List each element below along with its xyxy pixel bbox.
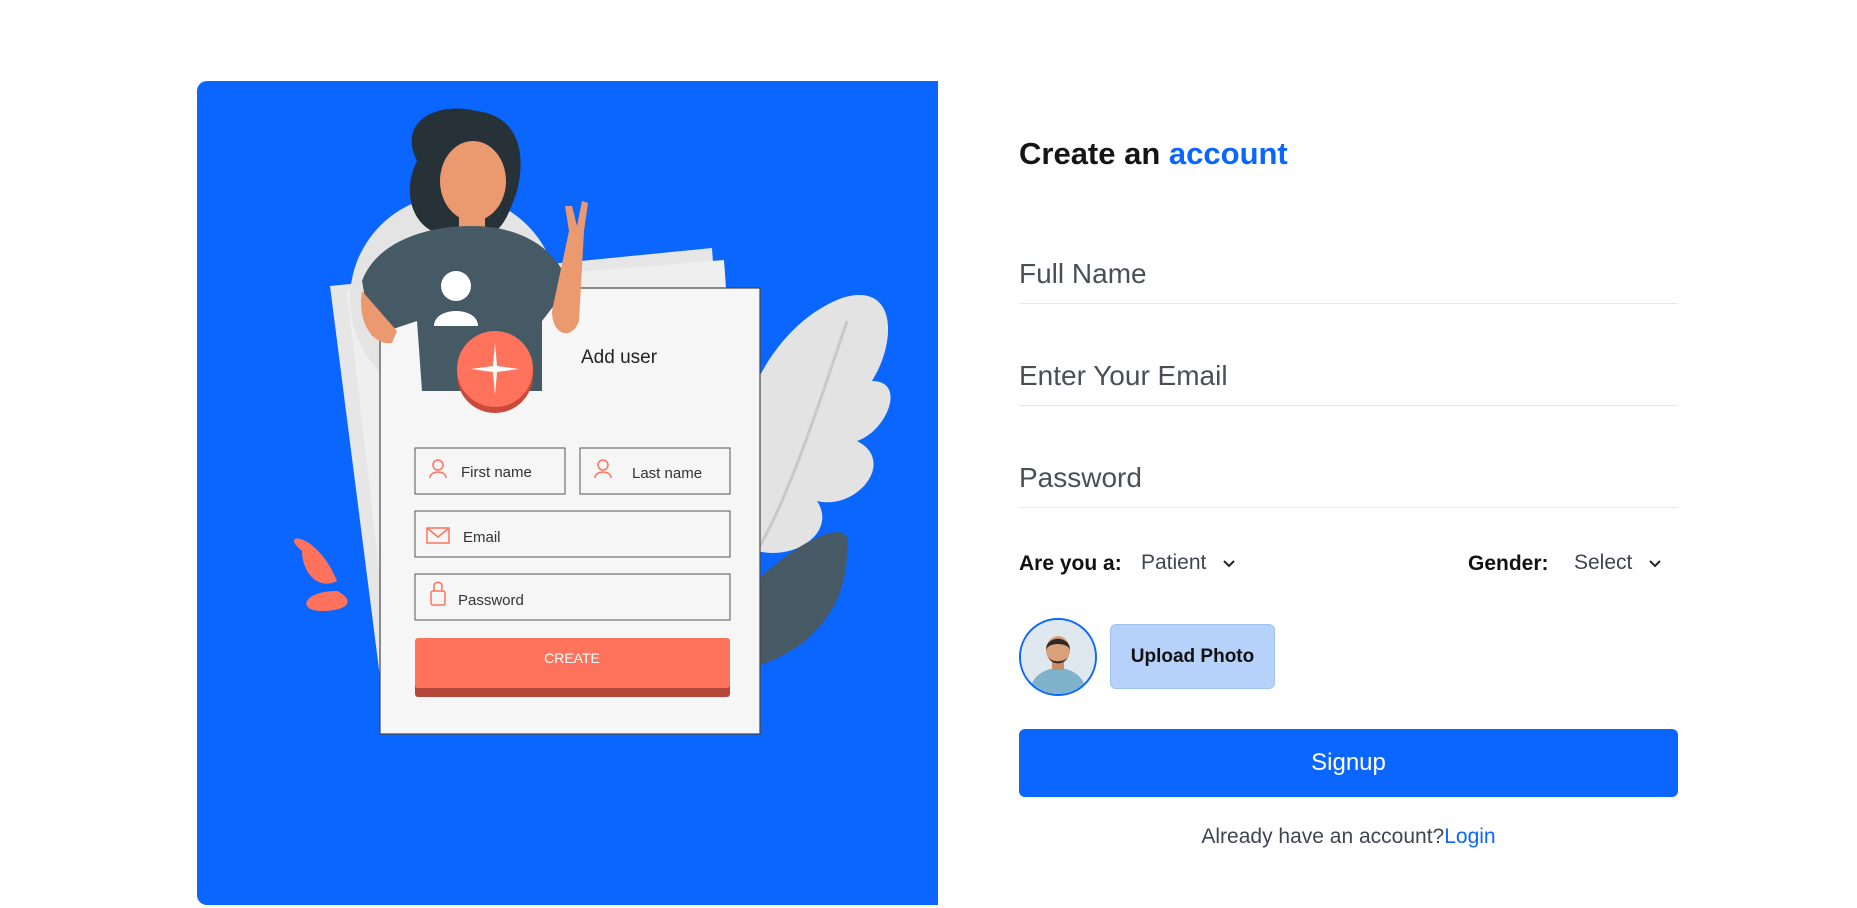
gender-select-value: Select (1574, 551, 1633, 574)
login-link[interactable]: Login (1444, 825, 1495, 848)
password-field (1019, 448, 1678, 508)
add-user-illustration: Add user First name Last name Email Pass… (294, 108, 891, 735)
signup-page: Add user First name Last name Email Pass… (0, 0, 1857, 908)
gender-select[interactable]: Select (1574, 548, 1664, 578)
signup-button[interactable]: Signup (1019, 729, 1678, 797)
page-title: Create an account (1019, 136, 1288, 171)
email-field (1019, 346, 1678, 406)
full-name-field (1019, 244, 1678, 304)
role-select-value: Patient (1141, 551, 1207, 574)
svg-text:CREATE: CREATE (544, 650, 600, 666)
coral-leaf-decoration (294, 538, 337, 584)
svg-text:Password: Password (458, 592, 524, 609)
person-photo-icon (1021, 620, 1095, 694)
role-label: Are you a: (1019, 552, 1122, 575)
chevron-down-icon (1223, 560, 1236, 568)
role-select[interactable]: Patient (1141, 548, 1238, 578)
full-name-input[interactable] (1019, 244, 1678, 303)
login-prompt-text: Already have an account? (1201, 825, 1445, 848)
card-title: Add user (581, 347, 658, 368)
svg-text:Last name: Last name (632, 465, 702, 482)
login-prompt: Already have an account?Login (1019, 825, 1678, 849)
role-gender-row: Are you a: Patient Gender: Select (1019, 546, 1678, 582)
password-input[interactable] (1019, 448, 1678, 507)
svg-text:Email: Email (463, 529, 501, 546)
signup-form: Create an account Are you a: Patient Gen… (1019, 0, 1678, 908)
svg-text:First name: First name (461, 464, 532, 481)
illustration-panel: Add user First name Last name Email Pass… (197, 81, 938, 905)
upload-photo-button[interactable]: Upload Photo (1110, 624, 1275, 689)
avatar-preview (1019, 618, 1097, 696)
gender-label: Gender: (1468, 552, 1549, 575)
email-input[interactable] (1019, 346, 1678, 405)
chevron-down-icon (1649, 560, 1662, 568)
